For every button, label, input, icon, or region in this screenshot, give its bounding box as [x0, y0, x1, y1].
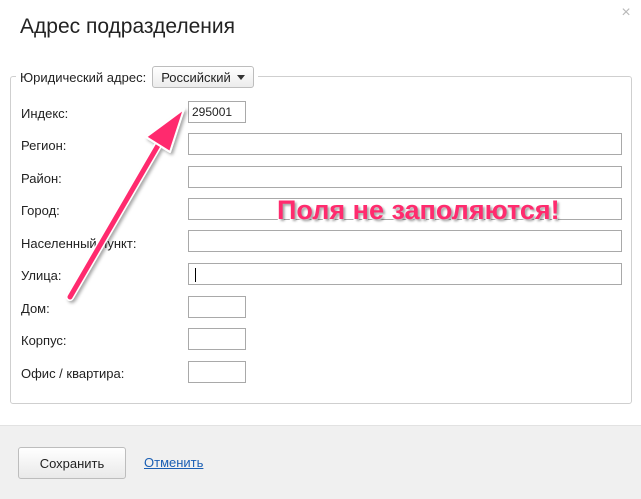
- legal-address-label: Юридический адрес:: [20, 69, 147, 85]
- address-dialog: Адрес подразделения × Юридический адрес:…: [0, 0, 641, 499]
- cancel-link[interactable]: Отменить: [144, 455, 203, 470]
- settlement-label: Населенный пункт:: [21, 236, 137, 251]
- district-label: Район:: [21, 171, 62, 186]
- save-button[interactable]: Сохранить: [18, 447, 126, 479]
- close-icon[interactable]: ×: [619, 5, 633, 21]
- office-label: Офис / квартира:: [21, 366, 125, 381]
- city-label: Город:: [21, 203, 60, 218]
- street-label: Улица:: [21, 268, 62, 283]
- country-format-select[interactable]: Российский: [152, 66, 254, 88]
- chevron-down-icon: [236, 74, 245, 80]
- house-label: Дом:: [21, 301, 50, 316]
- legal-address-legend: Юридический адрес: Российский: [16, 65, 258, 89]
- settlement-field[interactable]: [188, 230, 622, 252]
- district-field[interactable]: [188, 166, 622, 188]
- index-field[interactable]: 295001: [188, 101, 246, 123]
- text-cursor: [195, 267, 196, 282]
- building-label: Корпус:: [21, 333, 67, 348]
- index-label: Индекс:: [21, 106, 69, 121]
- region-field[interactable]: [188, 133, 622, 155]
- house-field[interactable]: [188, 296, 246, 318]
- annotation-text: Поля не заполяются!: [277, 195, 560, 225]
- office-field[interactable]: [188, 361, 246, 383]
- region-label: Регион:: [21, 138, 67, 153]
- country-format-value: Российский: [161, 69, 231, 85]
- street-field[interactable]: [188, 263, 622, 285]
- building-field[interactable]: [188, 328, 246, 350]
- dialog-title: Адрес подразделения: [20, 15, 235, 38]
